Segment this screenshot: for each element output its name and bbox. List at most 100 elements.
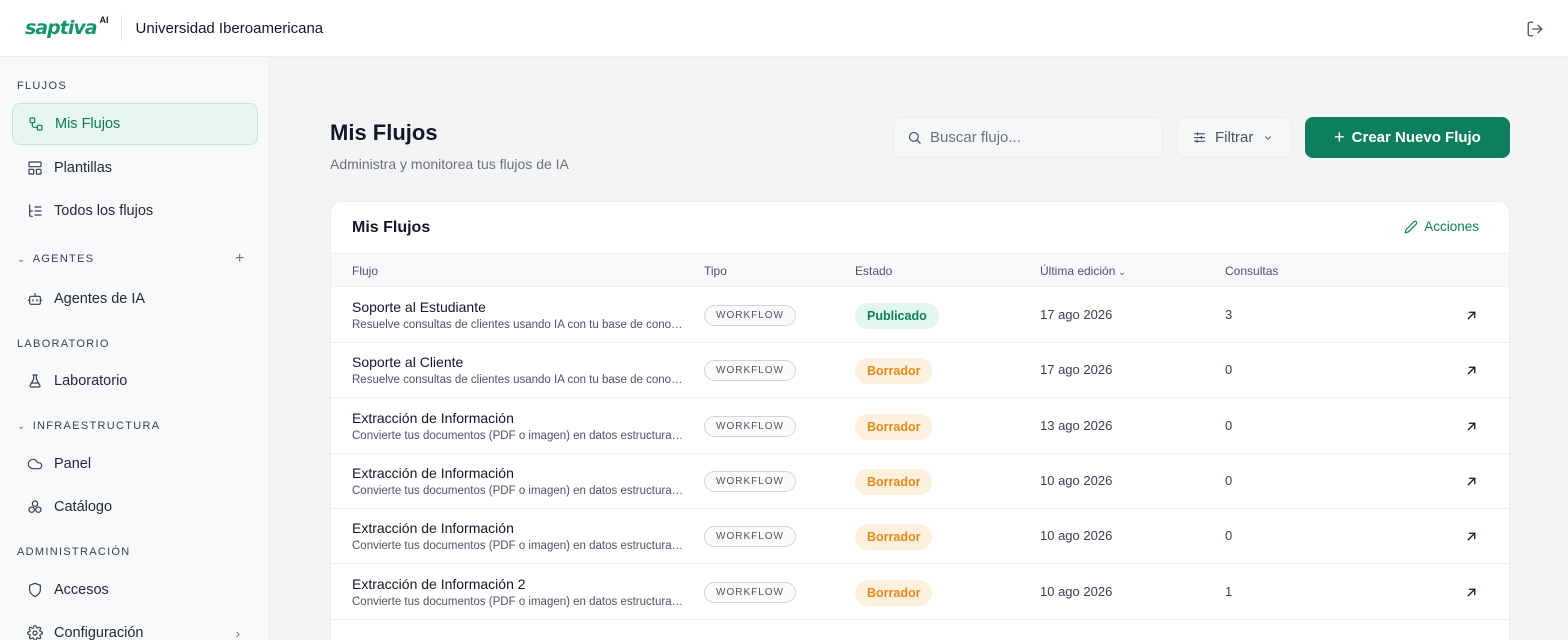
search-input[interactable] <box>930 129 1150 146</box>
table-row[interactable]: Extracción de Información Convierte tus d… <box>331 454 1509 509</box>
sidebar-item-panel[interactable]: Panel <box>12 443 258 485</box>
arrow-up-right-icon[interactable] <box>1465 364 1478 377</box>
actions-label: Acciones <box>1424 219 1479 234</box>
sidebar-item-label: Todos los flujos <box>54 203 154 219</box>
create-flow-label: Crear Nuevo Flujo <box>1351 129 1481 146</box>
table-row[interactable]: Extracción de Información Convierte tus d… <box>331 509 1509 565</box>
column-header-consultas[interactable]: Consultas <box>1225 264 1278 278</box>
status-badge: Borrador <box>855 468 933 495</box>
page-title: Mis Flujos <box>330 120 438 145</box>
flow-name: Extracción de Información 2 <box>352 575 526 592</box>
logo-text: saptiva <box>25 17 98 39</box>
sidebar-item-configuracion[interactable]: Configuración › <box>12 612 258 640</box>
type-badge: WORKFLOW <box>704 581 796 603</box>
sort-chevron-icon: ⌄ <box>1118 267 1126 277</box>
sidebar-item-agentes-ia[interactable]: Agentes de IA <box>12 278 258 320</box>
flows-table-card: Mis Flujos Acciones Flujo Tipo Estado Úl… <box>330 201 1510 640</box>
sidebar: FLUJOS Mis Flujos Plantillas Todos los f… <box>0 57 270 640</box>
organization-name: Universidad Iberoamericana <box>135 19 324 37</box>
section-title-infraestructura[interactable]: ⌄ INFRAESTRUCTURA <box>17 420 160 432</box>
status-badge: Borrador <box>855 413 933 440</box>
add-agent-button[interactable]: + <box>235 250 244 268</box>
flow-name: Extracción de Información <box>352 409 514 426</box>
workflow-icon <box>29 117 43 131</box>
status-badge: Borrador <box>855 579 933 606</box>
list-tree-icon <box>29 204 42 217</box>
sidebar-item-catalogo[interactable]: Catálogo <box>12 486 258 528</box>
last-edited-date: 10 ago 2026 <box>1040 528 1113 544</box>
gear-icon <box>27 625 43 640</box>
sidebar-item-label: Plantillas <box>54 160 113 176</box>
filter-button[interactable]: Filtrar <box>1177 117 1292 158</box>
section-label: LABORATORIO <box>17 338 110 350</box>
flow-description: Resuelve consultas de clientes usando IA… <box>352 374 687 387</box>
last-edited-date: 17 ago 2026 <box>1040 307 1113 322</box>
query-count: 0 <box>1225 528 1233 544</box>
status-badge: Borrador <box>855 358 933 385</box>
last-edited-date: 10 ago 2026 <box>1040 583 1113 599</box>
table-row[interactable]: Soporte al Estudiante Resuelve consultas … <box>331 288 1509 343</box>
search-icon <box>908 131 921 144</box>
section-title-laboratorio: LABORATORIO <box>17 338 110 350</box>
last-edited-date: 13 ago 2026 <box>1040 417 1113 433</box>
header-divider <box>120 15 122 41</box>
sliders-icon <box>1193 131 1206 144</box>
type-badge: WORKFLOW <box>704 470 796 492</box>
query-count: 3 <box>1225 307 1233 322</box>
column-header-tipo[interactable]: Tipo <box>704 264 727 278</box>
sidebar-item-plantillas[interactable]: Plantillas <box>12 147 258 189</box>
sidebar-item-mis-flujos[interactable]: Mis Flujos <box>12 103 258 145</box>
flow-name: Soporte al Cliente <box>352 354 464 371</box>
table-row[interactable]: Extracción de Información 2 Convierte tus… <box>331 565 1509 620</box>
section-label: INFRAESTRUCTURA <box>32 420 161 432</box>
flow-name: Soporte al Estudiante <box>352 299 486 315</box>
sidebar-item-laboratorio[interactable]: Laboratorio <box>12 360 258 402</box>
status-badge: Publicado <box>855 303 939 329</box>
sidebar-item-label: Catálogo <box>54 499 113 515</box>
boxes-icon <box>28 500 42 513</box>
logout-icon[interactable] <box>1526 20 1544 38</box>
arrow-up-right-icon[interactable] <box>1465 586 1478 599</box>
pencil-icon <box>1404 220 1418 233</box>
sidebar-item-label: Accesos <box>54 582 109 598</box>
type-badge: WORKFLOW <box>704 360 796 382</box>
query-count: 1 <box>1225 583 1233 599</box>
actions-button[interactable]: Acciones <box>1404 219 1479 234</box>
cloud-icon <box>27 458 43 470</box>
arrow-up-right-icon[interactable] <box>1465 530 1478 543</box>
sidebar-item-label: Laboratorio <box>54 373 128 389</box>
arrow-up-right-icon[interactable] <box>1465 420 1478 433</box>
sidebar-item-accesos[interactable]: Accesos <box>12 569 258 611</box>
query-count: 0 <box>1225 417 1233 433</box>
search-box[interactable] <box>893 117 1163 158</box>
flow-description: Convierte tus documentos (PDF o imagen) … <box>352 429 687 442</box>
type-badge: WORKFLOW <box>704 526 796 548</box>
column-header-ultima-edicion[interactable]: Última edición ⌄ <box>1040 264 1126 278</box>
flow-name: Extracción de Información <box>352 520 514 537</box>
section-label: ADMINISTRACIÓN <box>17 546 131 558</box>
saptiva-logo[interactable]: saptiva AI <box>25 15 109 39</box>
create-flow-button[interactable]: + Crear Nuevo Flujo <box>1305 117 1510 158</box>
arrow-up-right-icon[interactable] <box>1465 309 1478 322</box>
type-badge: WORKFLOW <box>704 415 796 437</box>
column-header-flujo[interactable]: Flujo <box>352 264 378 278</box>
page-subtitle: Administra y monitorea tus flujos de IA <box>330 156 569 172</box>
flow-description: Convierte tus documentos (PDF o imagen) … <box>352 595 687 608</box>
arrow-up-right-icon[interactable] <box>1465 475 1478 488</box>
section-label: FLUJOS <box>17 80 67 92</box>
chevron-down-icon <box>1265 135 1272 140</box>
sidebar-item-todos-flujos[interactable]: Todos los flujos <box>12 190 258 232</box>
section-title-administracion: ADMINISTRACIÓN <box>17 546 131 558</box>
query-count: 0 <box>1225 472 1233 488</box>
flow-description: Convierte tus documentos (PDF o imagen) … <box>352 540 687 553</box>
table-row[interactable]: Soporte al Cliente Resuelve consultas de … <box>331 343 1509 399</box>
section-title-flujos: FLUJOS <box>17 80 67 92</box>
section-title-agentes[interactable]: ⌄ AGENTES <box>17 253 94 265</box>
table-header: Flujo Tipo Estado Última edición ⌄ Consul… <box>331 253 1509 287</box>
status-badge: Borrador <box>855 524 933 551</box>
table-row[interactable]: Extracción de Información Convierte tus d… <box>331 399 1509 454</box>
chevron-down-icon: ⌄ <box>17 253 27 265</box>
column-header-estado[interactable]: Estado <box>855 264 892 278</box>
filter-label: Filtrar <box>1215 129 1254 146</box>
logo-ai-suffix: AI <box>99 15 109 25</box>
